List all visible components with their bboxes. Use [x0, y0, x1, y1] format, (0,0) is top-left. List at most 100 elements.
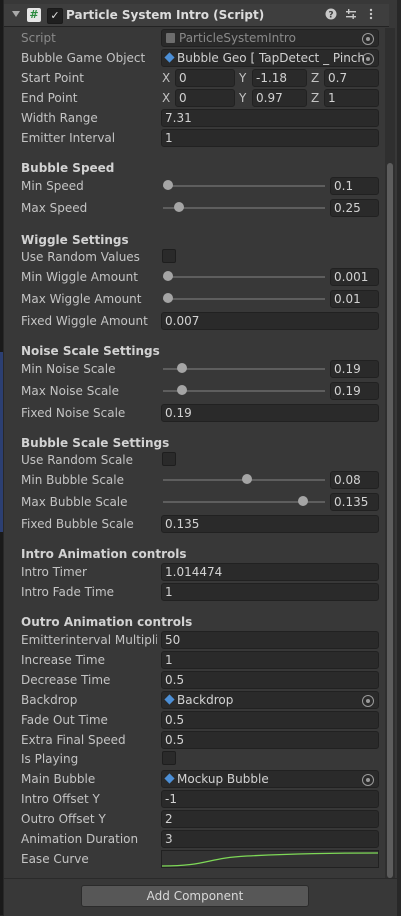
script-label: Script: [21, 31, 56, 45]
extra-final-speed-label: Extra Final Speed: [21, 733, 126, 747]
noise-scale-header: Noise Scale Settings: [21, 344, 160, 358]
animation-duration-field[interactable]: 3: [161, 830, 379, 848]
intro-offset-y-field[interactable]: -1: [161, 790, 379, 808]
extra-final-speed-field[interactable]: 0.5: [161, 731, 379, 749]
backdrop-field[interactable]: Backdrop: [161, 691, 379, 709]
use-random-values-checkbox[interactable]: [162, 249, 176, 263]
object-picker-icon[interactable]: [362, 774, 374, 786]
object-picker-icon[interactable]: [362, 695, 374, 707]
main-bubble-label: Main Bubble: [21, 772, 96, 786]
max-wiggle-field[interactable]: 0.01: [330, 290, 379, 308]
gameobject-icon: [164, 773, 175, 784]
wiggle-settings-header: Wiggle Settings: [21, 233, 129, 247]
script-field: ParticleSystemIntro: [161, 29, 379, 47]
component-header[interactable]: # ✓ Particle System Intro (Script) ?: [4, 4, 389, 27]
slider-thumb[interactable]: [173, 202, 184, 212]
fixed-noise-row: Fixed Noise Scale 0.19: [21, 404, 381, 422]
max-bubble-scale-row: Max Bubble Scale 0.135: [21, 493, 381, 511]
increase-time-row: Increase Time 1: [21, 651, 381, 669]
slider-thumb[interactable]: [176, 385, 187, 395]
main-bubble-field[interactable]: Mockup Bubble: [161, 770, 379, 788]
max-wiggle-row: Max Wiggle Amount 0.01: [21, 290, 381, 308]
ease-curve-field[interactable]: [161, 850, 379, 868]
slider-thumb[interactable]: [163, 271, 173, 281]
intro-fade-field[interactable]: 1: [161, 583, 379, 601]
foldout-arrow-icon[interactable]: [12, 11, 20, 17]
fixed-wiggle-row: Fixed Wiggle Amount 0.007: [21, 312, 381, 330]
min-noise-field[interactable]: 0.19: [330, 360, 379, 378]
max-speed-field[interactable]: 0.25: [330, 199, 379, 217]
fade-out-time-field[interactable]: 0.5: [161, 711, 379, 729]
slider-track[interactable]: [163, 298, 325, 300]
end-point-x-field[interactable]: 0: [175, 89, 235, 107]
inspector-footer: Add Component: [4, 878, 397, 916]
help-icon[interactable]: ?: [324, 8, 338, 22]
gameobject-icon: [164, 694, 175, 705]
backdrop-value: Backdrop: [177, 693, 234, 707]
presets-icon[interactable]: [344, 8, 358, 22]
min-bubble-scale-field[interactable]: 0.08: [330, 471, 379, 489]
enable-checkbox[interactable]: ✓: [47, 8, 63, 24]
x-axis-label: X: [162, 71, 171, 85]
object-picker-icon[interactable]: [362, 53, 374, 65]
slider-thumb[interactable]: [176, 363, 187, 373]
slider-track[interactable]: [163, 390, 325, 392]
fixed-wiggle-field[interactable]: 0.007: [161, 312, 379, 330]
fixed-wiggle-label: Fixed Wiggle Amount: [21, 314, 148, 328]
bubble-speed-header: Bubble Speed: [21, 161, 115, 175]
slider-thumb[interactable]: [163, 293, 173, 303]
start-point-row: Start Point X 0 Y -1.18 Z 0.7: [21, 69, 381, 87]
start-point-y-field[interactable]: -1.18: [252, 69, 307, 87]
scrollbar[interactable]: [385, 28, 395, 880]
max-noise-label: Max Noise Scale: [21, 384, 120, 398]
ease-curve-graph: [162, 852, 378, 867]
max-bubble-scale-field[interactable]: 0.135: [330, 493, 379, 511]
min-speed-label: Min Speed: [21, 179, 84, 193]
fixed-noise-field[interactable]: 0.19: [161, 404, 379, 422]
component-title: Particle System Intro (Script): [66, 8, 265, 22]
start-point-x-field[interactable]: 0: [175, 69, 235, 87]
backdrop-row: Backdrop Backdrop: [21, 691, 381, 709]
y-axis-label: Y: [239, 91, 247, 105]
more-options-icon[interactable]: [364, 8, 378, 22]
increase-time-field[interactable]: 1: [161, 651, 379, 669]
start-point-z-field[interactable]: 0.7: [324, 69, 379, 87]
intro-animation-header: Intro Animation controls: [21, 547, 187, 561]
left-edge: [0, 0, 3, 915]
end-point-z-field[interactable]: 1: [324, 89, 379, 107]
width-range-row: Width Range 7.31: [21, 109, 381, 127]
decrease-time-row: Decrease Time 0.5: [21, 671, 381, 689]
intro-timer-field[interactable]: 1.014474: [161, 563, 379, 581]
emitter-multiplier-field[interactable]: 50: [161, 631, 379, 649]
max-noise-field[interactable]: 0.19: [330, 382, 379, 400]
use-random-values-label: Use Random Values: [21, 250, 140, 264]
is-playing-checkbox[interactable]: [162, 751, 176, 765]
outro-offset-y-field[interactable]: 2: [161, 810, 379, 828]
max-bubble-scale-label: Max Bubble Scale: [21, 495, 128, 509]
width-range-label: Width Range: [21, 111, 98, 125]
slider-track[interactable]: [163, 276, 325, 278]
fixed-bubble-scale-field[interactable]: 0.135: [161, 515, 379, 533]
width-range-field[interactable]: 7.31: [161, 109, 379, 127]
slider-track[interactable]: [163, 207, 325, 209]
max-noise-row: Max Noise Scale 0.19: [21, 382, 381, 400]
min-speed-field[interactable]: 0.1: [330, 177, 379, 195]
max-speed-row: Max Speed 0.25: [21, 199, 381, 217]
scrollbar-thumb[interactable]: [387, 163, 393, 878]
bubble-game-object-field[interactable]: Bubble Geo [ TapDetect _ Pinch: [161, 49, 379, 67]
intro-timer-label: Intro Timer: [21, 565, 87, 579]
selection-edge: [0, 352, 3, 532]
slider-thumb[interactable]: [163, 180, 173, 190]
decrease-time-field[interactable]: 0.5: [161, 671, 379, 689]
end-point-y-field[interactable]: 0.97: [252, 89, 307, 107]
emitter-interval-field[interactable]: 1: [161, 129, 379, 147]
slider-thumb[interactable]: [298, 496, 309, 506]
use-random-scale-checkbox[interactable]: [162, 452, 176, 466]
outro-animation-header: Outro Animation controls: [21, 615, 193, 629]
slider-thumb[interactable]: [242, 474, 253, 484]
slider-track[interactable]: [163, 185, 325, 187]
min-wiggle-field[interactable]: 0.001: [330, 268, 379, 286]
emitter-interval-label: Emitter Interval: [21, 131, 116, 145]
add-component-button[interactable]: Add Component: [81, 885, 309, 907]
slider-track[interactable]: [163, 368, 325, 370]
